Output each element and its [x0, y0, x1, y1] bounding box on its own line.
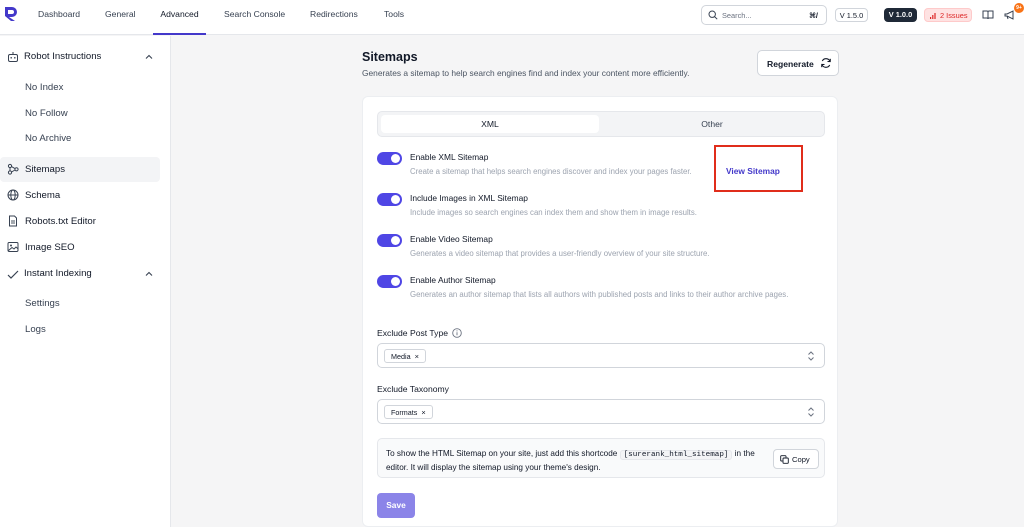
- sitemap-icon: [7, 163, 19, 175]
- pro-version-badge: V 1.0.0: [884, 8, 917, 22]
- sidebar-item-label: Sitemaps: [25, 164, 65, 175]
- surerank-logo[interactable]: [4, 6, 18, 22]
- taxonomy-chip: Formats ×: [384, 405, 433, 419]
- post-type-chip: Media ×: [384, 349, 426, 363]
- shortcode-code: [surerank_html_sitemap]: [619, 450, 733, 460]
- search-input[interactable]: Search... ⌘/: [701, 5, 827, 25]
- enable-author-sitemap-toggle[interactable]: [377, 275, 402, 288]
- refresh-icon: [821, 58, 831, 68]
- save-button[interactable]: Save: [377, 493, 415, 518]
- globe-icon: [7, 189, 19, 201]
- sidebar-item-no-archive[interactable]: No Archive: [25, 133, 71, 144]
- regenerate-label: Regenerate: [767, 59, 814, 69]
- copy-icon: [780, 455, 789, 464]
- signal-bars-icon: [930, 13, 936, 19]
- image-icon: [7, 242, 19, 252]
- html-sitemap-shortcode-notice: To show the HTML Sitemap on your site, j…: [377, 438, 825, 478]
- view-sitemap-highlight: View Sitemap: [714, 145, 803, 192]
- tab-xml[interactable]: XML: [381, 115, 599, 133]
- version-badge: V 1.5.0: [835, 8, 868, 22]
- sidebar-item-no-index[interactable]: No Index: [25, 82, 63, 93]
- nav-search-console[interactable]: Search Console: [224, 0, 285, 35]
- sidebar-item-label: Image SEO: [25, 242, 75, 253]
- sitemap-tabs: XML Other: [377, 111, 825, 137]
- toggle-title: Include Images in XML Sitemap: [410, 193, 528, 203]
- sidebar-group-robot-instructions[interactable]: Robot Instructions: [0, 44, 166, 70]
- exclude-post-type-label: Exclude Post Type: [377, 328, 449, 338]
- regenerate-button[interactable]: Regenerate: [757, 50, 839, 76]
- remove-chip-icon[interactable]: ×: [415, 352, 419, 361]
- tab-other[interactable]: Other: [603, 115, 821, 133]
- nav-dashboard[interactable]: Dashboard: [38, 0, 80, 35]
- enable-xml-sitemap-toggle[interactable]: [377, 152, 402, 165]
- enable-video-sitemap-toggle[interactable]: [377, 234, 402, 247]
- sidebar-item-image-seo[interactable]: Image SEO: [0, 235, 160, 260]
- sidebar-item-no-follow[interactable]: No Follow: [25, 108, 68, 119]
- toggle-description: Generates a video sitemap that provides …: [410, 249, 710, 258]
- issues-badge[interactable]: 2 Issues: [924, 8, 972, 22]
- toggle-title: Enable Video Sitemap: [410, 234, 493, 244]
- shortcode-text-before: To show the HTML Sitemap on your site, j…: [386, 449, 618, 458]
- top-bar: Dashboard General Advanced Search Consol…: [0, 0, 1024, 35]
- info-icon[interactable]: [452, 328, 462, 338]
- robot-icon: [8, 52, 18, 62]
- remove-chip-icon[interactable]: ×: [421, 408, 425, 417]
- nav-general[interactable]: General: [105, 0, 136, 35]
- sidebar: Robot Instructions No Index No Follow No…: [0, 36, 171, 527]
- sidebar-item-settings[interactable]: Settings: [25, 298, 60, 309]
- toggle-title: Enable XML Sitemap: [410, 152, 489, 162]
- copy-label: Copy: [792, 455, 810, 464]
- sidebar-item-label: Schema: [25, 190, 61, 201]
- sidebar-group-label: Instant Indexing: [24, 268, 92, 279]
- sidebar-group-instant-indexing[interactable]: Instant Indexing: [0, 261, 166, 287]
- search-shortcut: ⌘/: [809, 11, 818, 20]
- chevron-up-down-icon: [808, 407, 814, 417]
- sidebar-item-logs[interactable]: Logs: [25, 324, 46, 335]
- sidebar-group-label: Robot Instructions: [24, 51, 102, 62]
- page-description: Generates a sitemap to help search engin…: [362, 68, 690, 78]
- toggle-description: Generates an author sitemap that lists a…: [410, 290, 789, 299]
- trend-check-icon: [7, 270, 19, 279]
- toggle-description: Create a sitemap that helps search engin…: [410, 167, 692, 176]
- nav-redirections[interactable]: Redirections: [310, 0, 358, 35]
- toggle-title: Enable Author Sitemap: [410, 275, 496, 285]
- page-title: Sitemaps: [362, 50, 418, 64]
- nav-tools[interactable]: Tools: [384, 0, 404, 35]
- exclude-taxonomy-select[interactable]: Formats ×: [377, 399, 825, 424]
- sidebar-item-sitemaps[interactable]: Sitemaps: [0, 157, 160, 182]
- sidebar-item-schema[interactable]: Schema: [0, 183, 160, 208]
- sidebar-item-robots-editor[interactable]: Robots.txt Editor: [0, 209, 160, 234]
- file-text-icon: [9, 215, 17, 227]
- notification-badge: 9+: [1014, 3, 1024, 13]
- chevron-up-icon: [145, 271, 153, 276]
- chip-label: Media: [391, 352, 411, 361]
- shortcode-instructions: To show the HTML Sitemap on your site, j…: [386, 448, 766, 474]
- issues-count: 2 Issues: [940, 11, 968, 20]
- chevron-up-icon: [145, 54, 153, 59]
- toggle-description: Include images so search engines can ind…: [410, 208, 697, 217]
- copy-shortcode-button[interactable]: Copy: [773, 449, 819, 469]
- view-sitemap-link[interactable]: View Sitemap: [726, 166, 780, 176]
- exclude-post-type-select[interactable]: Media ×: [377, 343, 825, 368]
- sidebar-item-label: Robots.txt Editor: [25, 216, 96, 227]
- nav-advanced[interactable]: Advanced: [153, 0, 206, 35]
- search-icon: [708, 10, 718, 20]
- exclude-taxonomy-label: Exclude Taxonomy: [377, 384, 449, 394]
- chevron-up-down-icon: [808, 351, 814, 361]
- search-placeholder: Search...: [722, 11, 752, 20]
- include-images-toggle[interactable]: [377, 193, 402, 206]
- docs-book-icon[interactable]: [982, 9, 994, 21]
- chip-label: Formats: [391, 408, 418, 417]
